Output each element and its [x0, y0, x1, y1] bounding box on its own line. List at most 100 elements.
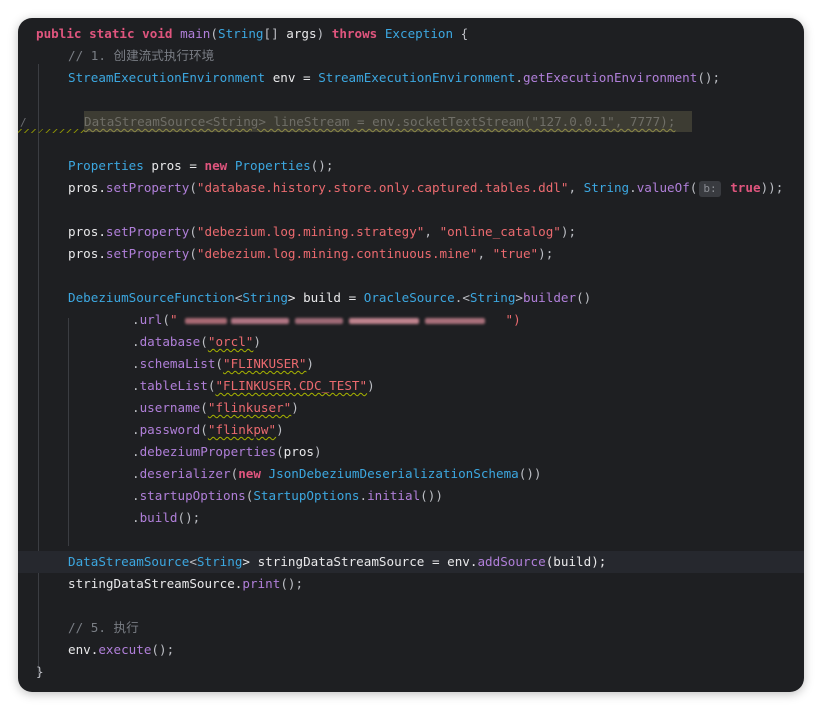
- code-token: ): [253, 334, 261, 349]
- code-token: "FLINKUSER.CDC_TEST": [215, 378, 368, 393]
- code-line-builder[interactable]: DebeziumSourceFunction<String> build = O…: [18, 287, 804, 309]
- code-line-table[interactable]: .tableList("FLINKUSER.CDC_TEST"): [18, 375, 804, 397]
- execute-statement: env.execute();: [68, 642, 174, 657]
- code-line-username[interactable]: .username("flinkuser"): [18, 397, 804, 419]
- properties-declaration: Properties pros = new Properties();: [68, 158, 333, 173]
- code-line-execute[interactable]: env.execute();: [18, 639, 804, 661]
- code-token: setProperty: [105, 246, 190, 261]
- code-token: > build =: [287, 290, 364, 305]
- print-statement: stringDataStreamSource.print();: [68, 576, 303, 591]
- code-token: env.: [68, 642, 99, 657]
- code-line-closing-brace[interactable]: }: [18, 661, 804, 683]
- code-token: "): [505, 312, 521, 327]
- code-token: ();: [697, 70, 721, 85]
- code-token: stringDataStreamSource.: [68, 576, 243, 591]
- code-token: .: [132, 510, 140, 525]
- code-editor[interactable]: / public static void main(String[] args)…: [18, 18, 804, 692]
- url-call: .url(": [132, 312, 178, 327]
- code-line-startup[interactable]: .startupOptions(StartupOptions.initial()…: [18, 485, 804, 507]
- code-token: (: [200, 422, 208, 437]
- code-token: pros =: [143, 158, 205, 173]
- code-token: "database.history.store.only.captured.ta…: [196, 180, 569, 195]
- code-token: .: [132, 444, 140, 459]
- code-token: ): [314, 444, 322, 459]
- code-token: addSource: [477, 554, 546, 569]
- code-token: .: [132, 334, 140, 349]
- code-line-env[interactable]: StreamExecutionEnvironment env = StreamE…: [18, 67, 804, 89]
- code-token: (: [189, 180, 197, 195]
- code-token: (: [189, 224, 197, 239]
- code-token: (: [689, 180, 698, 195]
- code-token: .: [132, 466, 140, 481]
- method-signature: public static void main(String[] args) t…: [36, 26, 468, 41]
- code-line-main[interactable]: public static void main(String[] args) t…: [18, 23, 804, 45]
- code-token: >: [515, 290, 523, 305]
- code-token: ): [291, 400, 299, 415]
- code-token: .: [629, 180, 637, 195]
- code-token: .: [515, 70, 523, 85]
- code-token: .: [132, 378, 140, 393]
- set-property-call: pros.setProperty("database.history.store…: [68, 180, 697, 195]
- code-line-set-strategy[interactable]: pros.setProperty("debezium.log.mining.st…: [18, 221, 804, 243]
- code-token: args: [286, 26, 317, 41]
- code-token: .: [132, 422, 140, 437]
- code-token: username: [139, 400, 201, 415]
- code-line-print[interactable]: stringDataStreamSource.print();: [18, 573, 804, 595]
- code-token: ()): [420, 488, 443, 503]
- code-token: builder: [523, 290, 577, 305]
- code-line-properties[interactable]: Properties pros = new Properties();: [18, 155, 804, 177]
- code-line-comment-execute[interactable]: // 5. 执行: [18, 617, 804, 639]
- code-token: .: [132, 400, 140, 415]
- code-token: StreamExecutionEnvironment: [318, 70, 516, 85]
- code-comment: // 1. 创建流式执行环境: [68, 48, 215, 63]
- code-token: setProperty: [105, 180, 190, 195]
- code-line-add-source[interactable]: DataStreamSource<String> stringDataStrea…: [18, 551, 804, 573]
- code-token: tableList: [139, 378, 208, 393]
- code-token: throws: [331, 26, 385, 41]
- code-token: main: [180, 26, 211, 41]
- code-line-password[interactable]: .password("flinkpw"): [18, 419, 804, 441]
- code-token: (): [576, 290, 592, 305]
- password-call: .password("flinkpw"): [132, 422, 284, 437]
- code-token: pros.: [68, 246, 106, 261]
- code-token: ,: [568, 180, 584, 195]
- code-token: ,: [477, 246, 493, 261]
- code-token: print: [242, 576, 281, 591]
- code-token: (: [189, 246, 197, 261]
- code-line-build[interactable]: .build();: [18, 507, 804, 529]
- code-token: ();: [151, 642, 175, 657]
- deserializer-call: .deserializer(new JsonDebeziumDeserializ…: [132, 466, 542, 481]
- build-call: .build();: [132, 510, 200, 525]
- code-token: .: [359, 488, 368, 503]
- code-line-url[interactable]: .url(" "): [18, 309, 804, 331]
- code-token: .<: [454, 290, 470, 305]
- code-token: ()): [518, 466, 542, 481]
- code-line-schema[interactable]: .schemaList("FLINKUSER"): [18, 353, 804, 375]
- code-line-database[interactable]: .database("orcl"): [18, 331, 804, 353]
- code-token: <: [189, 554, 197, 569]
- code-line-set-ddl[interactable]: pros.setProperty("database.history.store…: [18, 177, 804, 199]
- code-token: ": [169, 312, 178, 327]
- code-line-comment[interactable]: // 1. 创建流式执行环境: [18, 45, 804, 67]
- code-token: (: [276, 444, 284, 459]
- code-line-debezium-props[interactable]: .debeziumProperties(pros): [18, 441, 804, 463]
- code-line-deserializer[interactable]: .deserializer(new JsonDebeziumDeserializ…: [18, 463, 804, 485]
- code-token: > stringDataStreamSource = env.: [242, 554, 478, 569]
- code-line-unused[interactable]: DataStreamSource<String> lineStream = en…: [18, 111, 804, 133]
- code-token: (: [162, 312, 170, 327]
- schema-list-call: .schemaList("FLINKUSER"): [132, 356, 314, 371]
- code-token: {: [453, 26, 469, 41]
- code-token: .: [132, 488, 140, 503]
- code-token: setProperty: [105, 224, 190, 239]
- code-token: String: [583, 180, 630, 195]
- code-token: .: [132, 356, 140, 371]
- code-token: pros.: [68, 180, 106, 195]
- code-token: execute: [98, 642, 152, 657]
- code-line-set-continuous[interactable]: pros.setProperty("debezium.log.mining.co…: [18, 243, 804, 265]
- code-token: new: [238, 466, 269, 481]
- code-comment: // 5. 执行: [68, 620, 139, 635]
- code-token: database: [139, 334, 201, 349]
- unused-statement: DataStreamSource<String> lineStream = en…: [84, 114, 676, 129]
- code-token: pros.: [68, 224, 106, 239]
- parameter-hint: b:: [699, 181, 721, 197]
